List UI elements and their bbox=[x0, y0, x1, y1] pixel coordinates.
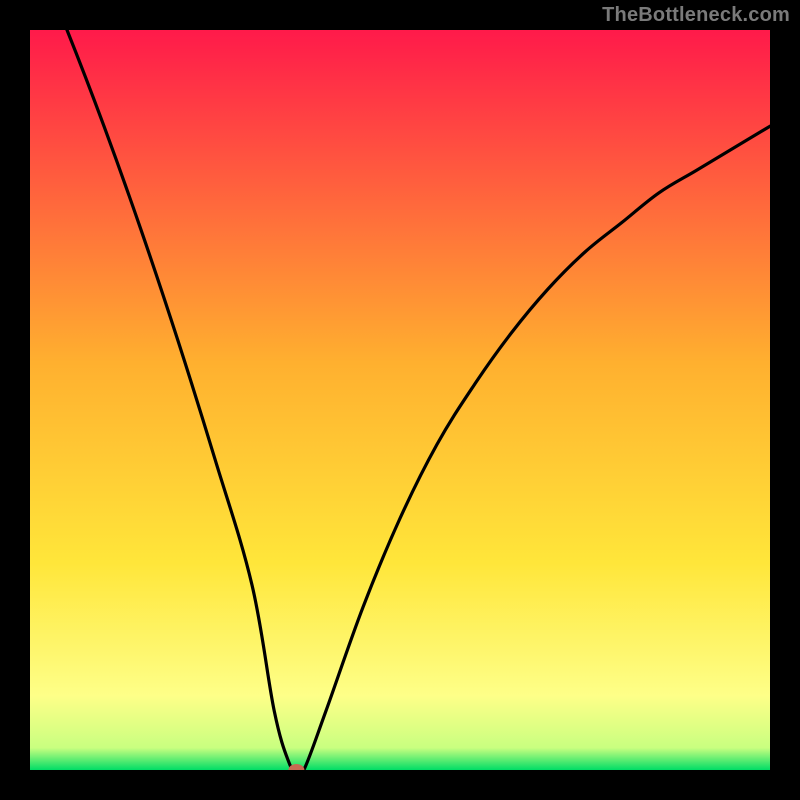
chart-frame: TheBottleneck.com bbox=[0, 0, 800, 800]
plot-area bbox=[30, 30, 770, 770]
gradient-background bbox=[30, 30, 770, 770]
bottleneck-chart bbox=[30, 30, 770, 770]
watermark-label: TheBottleneck.com bbox=[602, 4, 790, 27]
